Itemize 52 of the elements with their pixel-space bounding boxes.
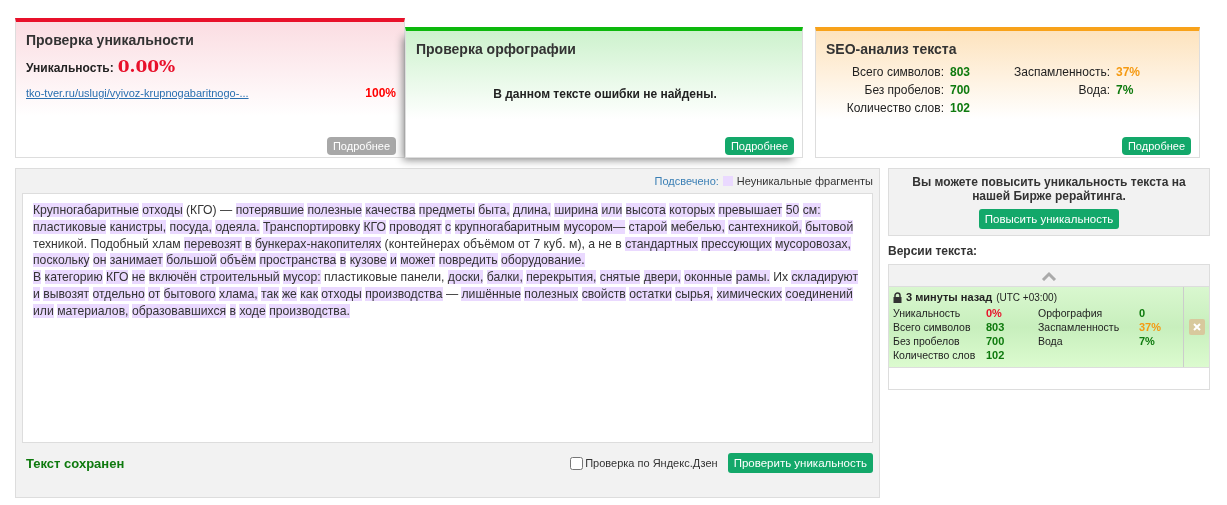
uniqueness-label: Уникальность: [26,61,114,75]
version-time: 3 минуты назад [906,291,993,303]
stat-value: 803 [986,321,1006,333]
text-paragraph: Крупногабаритные отходы (КГО) — потерявшие полезные качества предметы быта, длина, ширина или высота которых превышает 50 см: пластиковые канистры, посуда, одеяла. Транспортировку КГО проводят с крупногабаритным мусором— старой мебелью, сантехникой, бытовой техникой. Подобный хлам перевозят в бункерах-накопителях (контейнерах объёмом от 7 куб. м), а не в стандартных прессующих мусоровозах, поскольку он занимает большой объём пространства в кузове и может повредить оборудование. [33,202,855,270]
stat-value: 803 [950,65,972,79]
stat-value: 0 [1139,307,1147,319]
stat-label: Вода [1038,335,1064,347]
stat-label: Количество слов [893,349,977,361]
stat-label: Заспамленность [1038,321,1121,333]
save-status: Текст сохранен [26,455,125,471]
spelling-message: В данном тексте ошибки не найдены. [492,87,718,101]
stat-value: 700 [986,335,1006,347]
stat-label: Без пробелов [893,335,961,347]
timezone: (UTC +03:00) [996,291,1057,303]
legend-text: Неуникальные фрагменты [736,175,873,187]
checkbox-label: Проверка по Яндекс.Дзен [585,457,718,469]
uniqueness-value: 0.00% [117,56,176,76]
card-title: Проверка уникальности [26,32,195,48]
details-button[interactable]: Подробнее [1121,137,1191,155]
stat-value: 0% [986,307,1003,319]
stat-label: Вода: [1077,83,1110,97]
check-uniqueness-button[interactable]: Проверить уникальность [727,453,873,473]
versions-title: Версии текста: [888,244,979,258]
dzen-checkbox[interactable] [570,456,584,470]
stat-value: 37% [1116,65,1142,79]
card-title: SEO-анализ текста [826,41,958,57]
stat-label: Заспамленность: [1012,65,1110,79]
stat-label: Орфография [1038,307,1104,319]
stat-value: 102 [950,101,972,115]
match-percent: 100% [365,86,396,100]
improve-uniqueness-button[interactable]: Повысить уникальность [978,209,1120,229]
legend-label: Подсвечено: [654,175,719,187]
highlight-swatch [722,176,733,186]
card-title: Проверка орфографии [416,41,577,57]
stat-value: 37% [1139,321,1163,333]
stat-value: 7% [1116,83,1135,97]
close-icon [1192,323,1201,331]
details-button[interactable]: Подробнее [724,137,794,155]
text-editor[interactable] [22,193,873,443]
text-paragraph: В категорию КГО не включён строительный мусор: пластиковые панели, доски, балки, перекрытия, снятые двери, оконные рамы. Их складируют и вывозят отдельно от бытового хлама, так же как отходы производства — лишённые полезных свойств остатки сырья, химических соединений или материалов, образовавшихся в ходе производства. [33,269,860,320]
stat-label: Количество слов: [845,101,944,115]
stat-value: 102 [986,349,1006,361]
promo-text: Вы можете повысить уникальность текста на нашей Бирже рерайтинга. [911,175,1187,203]
stat-label: Без пробелов: [863,83,944,97]
stat-value: 700 [950,83,972,97]
details-button[interactable]: Подробнее [326,137,396,155]
stat-value: 7% [1139,335,1156,347]
stat-label: Всего символов: [851,65,944,79]
stat-label: Всего символов [893,321,972,333]
version-row[interactable]: 3 минуты назад (UTC +03:00) Уникальность 0% Орфография 0 Всего символов 803 Заспамленность 37% Без пробелов 700 Вода 7% Количество слов 102 [889,287,1209,368]
stat-label: Уникальность [893,307,962,319]
source-link[interactable]: tko-tver.ru/uslugi/vyivoz-krupnogabaritnogo-... [26,87,249,99]
